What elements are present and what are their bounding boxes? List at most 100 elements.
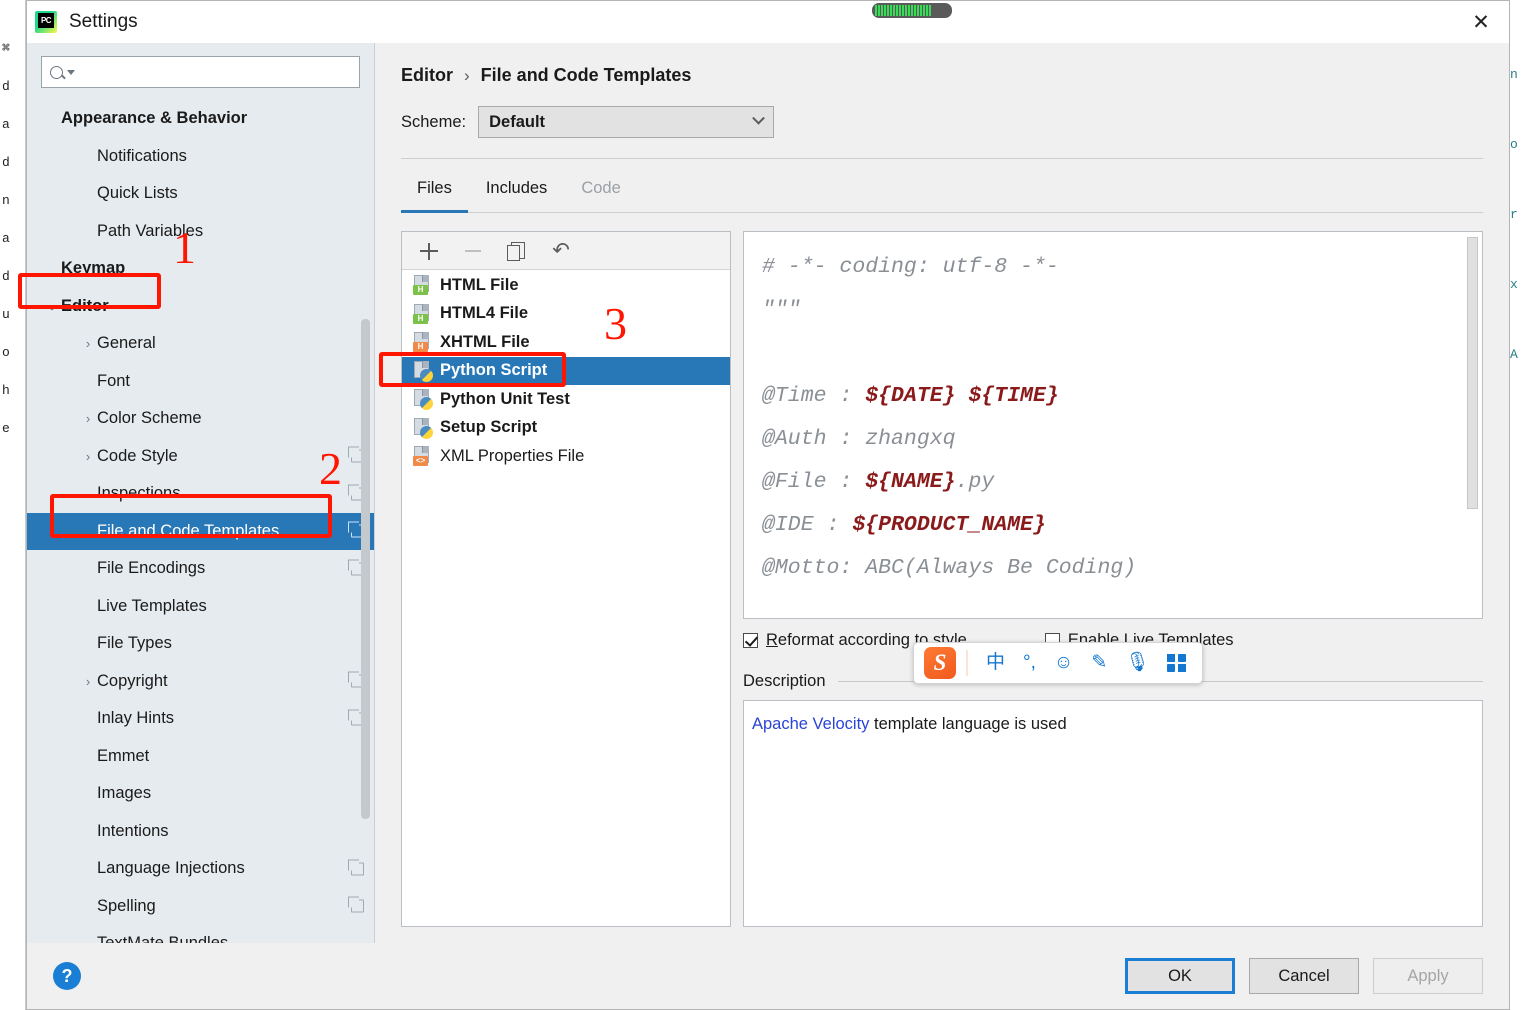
template-code-editor[interactable]: # -*- coding: utf-8 -*- """ @Time : ${DAT… xyxy=(743,231,1483,619)
sidebar-item-emmet[interactable]: Emmet xyxy=(27,738,374,776)
template-list-item-label: Python Script xyxy=(440,361,548,380)
scheme-select[interactable]: Default xyxy=(478,106,775,138)
sidebar-item-file-types[interactable]: File Types xyxy=(27,625,374,663)
sidebar-item-notifications[interactable]: Notifications xyxy=(27,138,374,176)
description-box: Apache Velocity template language is use… xyxy=(743,700,1483,927)
sidebar-item-font[interactable]: Font xyxy=(27,363,374,401)
settings-sidebar: Appearance & Behavior Notifications Quick … xyxy=(27,43,375,943)
template-list-pane: ↶ H HTML File H HTML4 File H XHTML File Python… xyxy=(401,231,731,927)
description-rest: template language is used xyxy=(869,715,1067,733)
template-list-item-label: XML Properties File xyxy=(440,446,585,465)
template-list-item[interactable]: Setup Script xyxy=(402,414,730,443)
app-grid-icon[interactable] xyxy=(1167,653,1186,673)
copy-settings-icon[interactable] xyxy=(348,896,364,913)
sidebar-item-path-variables[interactable]: Path Variables xyxy=(27,213,374,251)
sidebar-item-keymap[interactable]: Keymap xyxy=(27,250,374,288)
sidebar-item-images[interactable]: Images xyxy=(27,775,374,813)
chevron-right-icon[interactable]: › xyxy=(79,449,97,464)
python-file-icon xyxy=(413,417,433,439)
chevron-right-icon[interactable]: › xyxy=(79,674,97,689)
template-list-item[interactable]: Python Unit Test xyxy=(402,385,730,414)
sidebar-item-inspections[interactable]: Inspections xyxy=(27,475,374,513)
chinese-mode-icon[interactable]: 中 xyxy=(986,653,1005,673)
plus-icon[interactable] xyxy=(418,240,440,262)
search-input[interactable] xyxy=(41,56,360,88)
tab-includes[interactable]: Includes xyxy=(470,165,563,213)
sidebar-item-general[interactable]: › General xyxy=(27,325,374,363)
description-text: Apache Velocity template language is use… xyxy=(752,715,1474,734)
sidebar-item-label: Color Scheme xyxy=(97,409,202,428)
title-bar: Settings ✕ xyxy=(27,1,1509,43)
sidebar-item-label: Keymap xyxy=(61,259,126,278)
template-list-item[interactable]: <> XML Properties File xyxy=(402,442,730,471)
code-line: # -*- coding: utf-8 -*- xyxy=(762,255,1059,279)
breadcrumb-separator-icon: › xyxy=(464,65,470,85)
chevron-down-icon xyxy=(752,111,765,125)
copy-settings-icon[interactable] xyxy=(348,859,364,876)
copy-icon[interactable] xyxy=(506,240,528,262)
sidebar-item-code-style[interactable]: › Code Style xyxy=(27,438,374,476)
ok-button[interactable]: OK xyxy=(1125,958,1235,994)
template-toolbar: ↶ xyxy=(402,232,730,270)
code-scrollbar-track xyxy=(1466,233,1481,617)
help-icon[interactable]: ? xyxy=(53,962,81,990)
dialog-footer: ? OK Cancel Apply xyxy=(27,943,1509,1009)
chevron-down-icon[interactable]: ⌄ xyxy=(43,298,61,314)
sidebar-item-inlay-hints[interactable]: Inlay Hints xyxy=(27,700,374,738)
template-list-item[interactable]: Python Script xyxy=(402,356,730,385)
code-scrollbar-thumb[interactable] xyxy=(1467,237,1478,509)
sidebar-item-live-templates[interactable]: Live Templates xyxy=(27,588,374,626)
template-editor-pane: # -*- coding: utf-8 -*- """ @Time : ${DAT… xyxy=(743,231,1483,927)
sidebar-item-file-encodings[interactable]: File Encodings xyxy=(27,550,374,588)
checkbox-box[interactable] xyxy=(743,633,758,648)
code-line: @IDE : ${PRODUCT_NAME} xyxy=(762,513,1046,537)
sidebar-item-quick-lists[interactable]: Quick Lists xyxy=(27,175,374,213)
settings-dialog: Settings ✕ Appearance & Behavior Notifica… xyxy=(18,0,1510,1010)
code-lines: # -*- coding: utf-8 -*- """ @Time : ${DAT… xyxy=(762,246,1464,618)
cancel-button[interactable]: Cancel xyxy=(1249,958,1359,994)
settings-tree: Appearance & Behavior Notifications Quick … xyxy=(27,96,374,943)
sogou-separator xyxy=(966,650,968,676)
window-title: Settings xyxy=(69,11,138,32)
emoji-icon[interactable]: ☺ xyxy=(1054,653,1073,673)
code-line: @File : ${NAME}.py xyxy=(762,470,995,494)
sidebar-item-copyright[interactable]: › Copyright xyxy=(27,663,374,701)
apache-velocity-link[interactable]: Apache Velocity xyxy=(752,715,869,733)
tab-files[interactable]: Files xyxy=(401,165,468,213)
sidebar-scrollbar[interactable] xyxy=(361,319,370,819)
handwriting-pen-icon[interactable]: ✎ xyxy=(1091,653,1107,673)
sidebar-item-color-scheme[interactable]: › Color Scheme xyxy=(27,400,374,438)
chevron-right-icon[interactable]: › xyxy=(79,411,97,426)
template-list-item[interactable]: H HTML File xyxy=(402,271,730,300)
punctuation-mode-icon[interactable]: °, xyxy=(1023,653,1036,673)
template-list-item[interactable]: H HTML4 File xyxy=(402,300,730,329)
sidebar-item-file-and-code-templates[interactable]: File and Code Templates xyxy=(27,512,374,550)
close-icon[interactable]: ✕ xyxy=(1453,1,1509,43)
sidebar-item-spelling[interactable]: Spelling xyxy=(27,888,374,926)
sidebar-item-intentions[interactable]: Intentions xyxy=(27,813,374,851)
background-right-edge: norхA xyxy=(1508,0,1530,1010)
template-file-list: H HTML File H HTML4 File H XHTML File Python S… xyxy=(402,270,730,926)
template-list-item-label: XHTML File xyxy=(440,332,530,351)
sidebar-item-label: Editor xyxy=(61,296,109,315)
tab-bar: Files Includes Code xyxy=(401,165,1483,213)
microphone-icon[interactable]: 🎙 xyxy=(1125,653,1149,673)
template-list-item[interactable]: H XHTML File xyxy=(402,328,730,357)
background-left-edge: ⌘ d a d n a d u o h e xyxy=(0,0,26,1010)
sidebar-item-language-injections[interactable]: Language Injections xyxy=(27,850,374,888)
sidebar-item-textmate-bundles[interactable]: TextMate Bundles xyxy=(27,925,374,943)
chevron-right-icon[interactable]: › xyxy=(79,336,97,351)
template-list-item-label: Python Unit Test xyxy=(440,389,570,408)
footer-buttons: OK Cancel Apply xyxy=(1125,958,1483,994)
sidebar-item-appearance-behavior[interactable]: Appearance & Behavior xyxy=(27,100,374,138)
breadcrumb-current: File and Code Templates xyxy=(480,65,692,85)
sidebar-item-editor[interactable]: ⌄ Editor xyxy=(27,288,374,326)
undo-icon[interactable]: ↶ xyxy=(550,240,572,262)
sidebar-item-label: General xyxy=(97,334,156,353)
breadcrumb-parent[interactable]: Editor xyxy=(401,65,453,86)
template-list-item-label: HTML4 File xyxy=(440,304,529,323)
search-icon xyxy=(50,65,63,79)
sogou-logo-icon[interactable]: S xyxy=(924,647,956,679)
